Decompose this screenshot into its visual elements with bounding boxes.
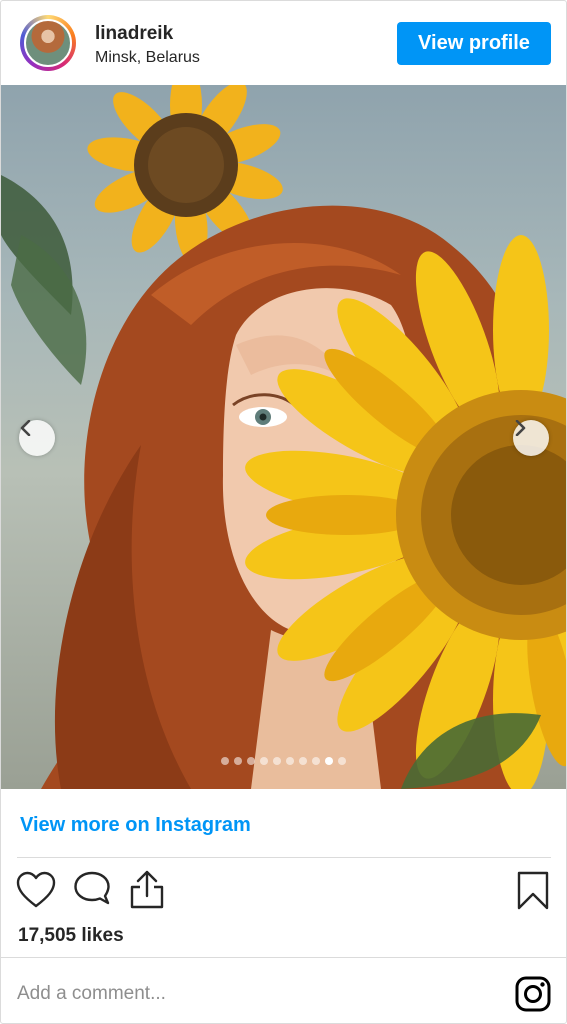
carousel-dot [260, 757, 268, 765]
username[interactable]: linadreik [95, 23, 173, 45]
carousel-dot [234, 757, 242, 765]
carousel-indicator [1, 757, 566, 765]
comment-bubble-icon[interactable] [72, 871, 112, 914]
post-photo[interactable] [1, 85, 566, 789]
carousel-next-button[interactable] [513, 420, 549, 456]
share-icon[interactable] [128, 869, 166, 916]
carousel-dot [312, 757, 320, 765]
likes-count: 17,505 likes [18, 925, 124, 946]
avatar[interactable] [20, 15, 76, 71]
profile-photo [24, 19, 72, 67]
instagram-icon[interactable] [515, 976, 551, 1017]
photo-illustration [1, 85, 566, 789]
bookmark-icon[interactable] [516, 871, 550, 916]
instagram-embed-card: linadreik Minsk, Belarus View profile Vi… [0, 0, 567, 1024]
carousel-dot [273, 757, 281, 765]
comment-input[interactable] [17, 976, 487, 1012]
carousel-dot [247, 757, 255, 765]
view-more-link[interactable]: View more on Instagram [20, 814, 251, 837]
carousel-dot [325, 757, 333, 765]
divider [1, 957, 566, 958]
carousel-prev-button[interactable] [19, 420, 55, 456]
location[interactable]: Minsk, Belarus [95, 49, 200, 67]
carousel-dot [221, 757, 229, 765]
heart-icon[interactable] [16, 871, 56, 914]
post-header: linadreik Minsk, Belarus View profile [1, 1, 566, 85]
divider [17, 857, 551, 858]
carousel-dot [286, 757, 294, 765]
carousel-dot [338, 757, 346, 765]
chevron-left-icon [20, 420, 31, 436]
view-profile-button[interactable]: View profile [397, 22, 551, 65]
carousel-dot [299, 757, 307, 765]
chevron-right-icon [515, 420, 526, 436]
